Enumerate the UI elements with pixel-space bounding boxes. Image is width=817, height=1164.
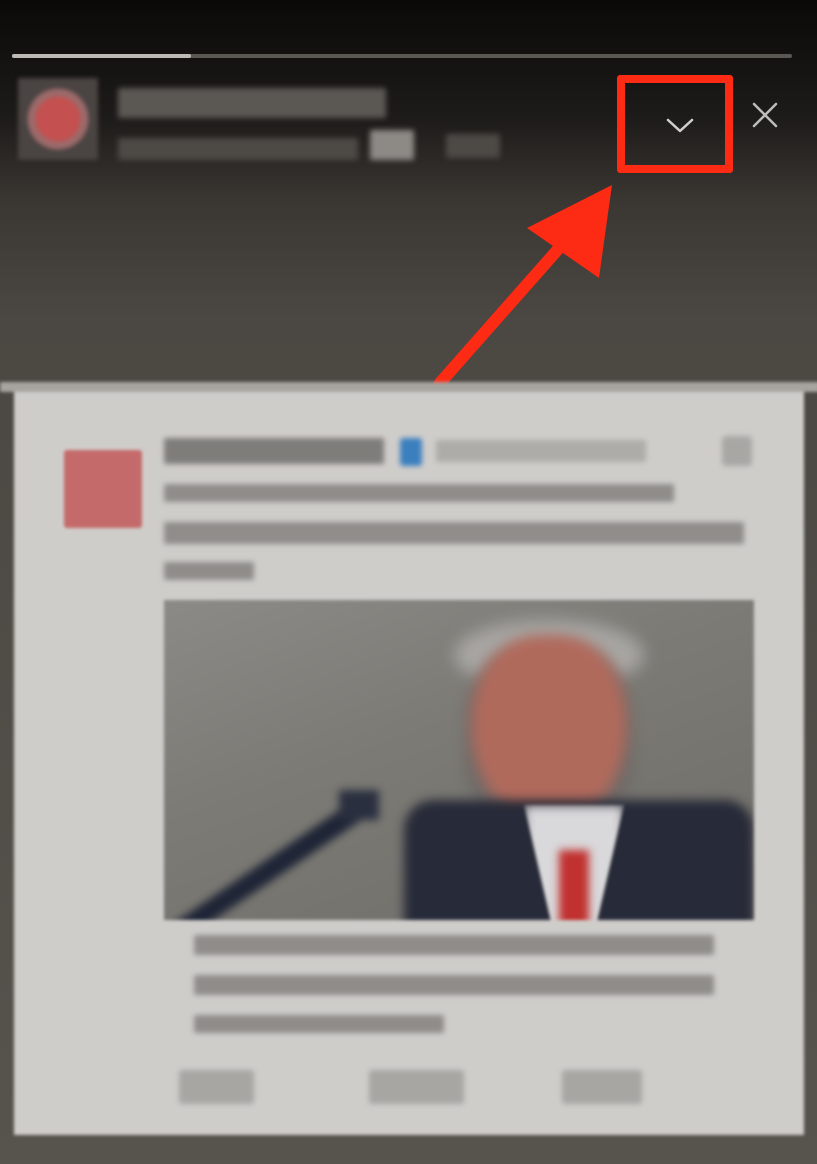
post-text-line-2 [164, 522, 744, 544]
post-author-name [164, 438, 384, 464]
link-headline [194, 935, 714, 955]
news-photo [164, 600, 754, 920]
post-menu-icon [722, 436, 752, 466]
person-tie [559, 850, 589, 920]
post-handle [436, 440, 646, 462]
shared-post-card[interactable] [0, 382, 817, 1135]
link-headline-line-2 [194, 975, 714, 995]
like-action [562, 1070, 642, 1104]
post-text-line-3 [164, 562, 254, 580]
microphone-image [178, 790, 379, 920]
post-text [164, 484, 674, 502]
reply-action [179, 1070, 254, 1104]
verified-icon [400, 438, 422, 466]
post-author-avatar [64, 450, 142, 528]
retweet-action [369, 1070, 464, 1104]
link-caption [194, 1015, 444, 1033]
